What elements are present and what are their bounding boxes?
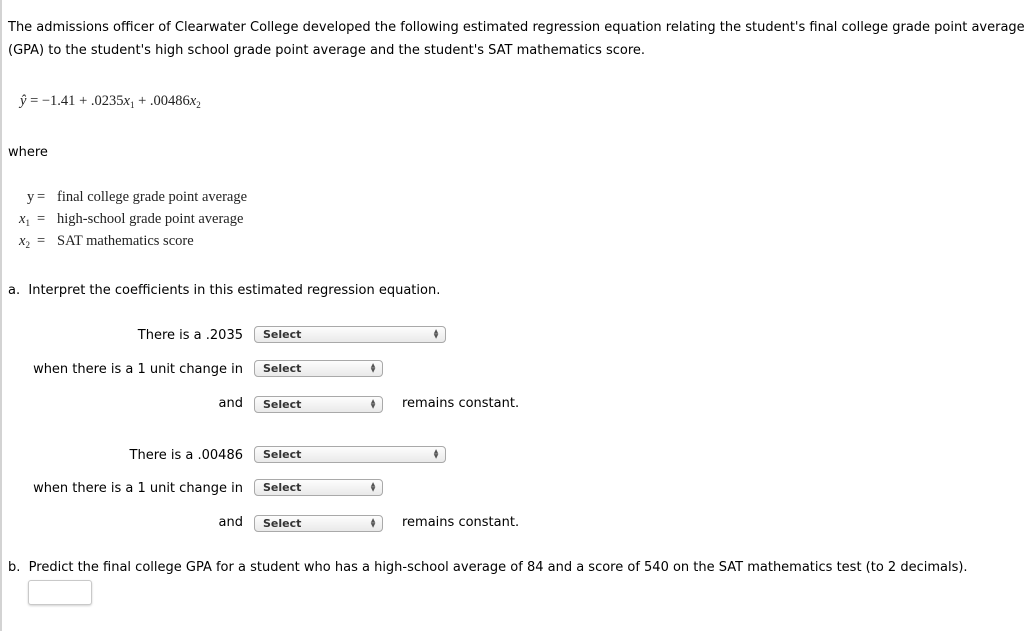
- equation-equals: =: [30, 93, 39, 109]
- select-value: Select: [263, 328, 302, 341]
- part-a-question: a. Interpret the coefficients in this es…: [8, 280, 440, 302]
- coef1-direction-select[interactable]: Select ▲ ▼: [254, 326, 446, 343]
- select-arrows-icon: ▲ ▼: [370, 362, 376, 374]
- definition-row-x2: x2 = SAT mathematics score: [0, 231, 300, 252]
- select-value: Select: [263, 481, 302, 494]
- definition-equals: =: [37, 211, 46, 227]
- definition-symbol: y: [27, 187, 34, 208]
- coef1-remains-constant-label: remains constant.: [402, 396, 520, 411]
- coef1-variable-select[interactable]: Select ▲ ▼: [254, 360, 383, 377]
- definition-row-y: y = final college grade point average: [0, 187, 300, 208]
- equation-term-1: .0235x1: [90, 93, 135, 110]
- definition-symbol: x1: [19, 209, 30, 230]
- definition-text: high-school grade point average: [57, 211, 244, 227]
- coef2-when-change-label: when there is a 1 unit change in: [33, 481, 243, 496]
- symbol-subscript: 1: [25, 218, 30, 228]
- equation-intercept: −1.41: [41, 93, 76, 109]
- equation-coef-2: .00486: [149, 93, 190, 109]
- coef1-when-change-label: when there is a 1 unit change in: [33, 362, 243, 377]
- equation-sub-2: 2: [196, 100, 201, 110]
- coef2-and-label: and: [218, 515, 243, 530]
- coef1-constant-select[interactable]: Select ▲ ▼: [254, 396, 383, 413]
- definition-equals: =: [37, 233, 46, 249]
- part-b-label: b.: [8, 560, 21, 575]
- coef2-constant-select[interactable]: Select ▲ ▼: [254, 515, 383, 532]
- part-b-question: b. Predict the final college GPA for a s…: [8, 557, 968, 579]
- where-label: where: [8, 145, 48, 160]
- select-value: Select: [263, 517, 302, 530]
- symbol-text: y: [27, 189, 35, 205]
- definition-row-x1: x1 = high-school grade point average: [0, 209, 300, 230]
- definition-text: final college grade point average: [57, 189, 248, 205]
- equation-plus: +: [138, 93, 147, 109]
- select-arrows-icon: ▲ ▼: [370, 481, 376, 493]
- left-border-rule: [0, 0, 2, 631]
- select-value: Select: [263, 448, 302, 461]
- equation-plus: +: [79, 93, 88, 109]
- coef2-there-is-label: There is a .00486: [129, 448, 243, 463]
- select-arrows-icon: ▲ ▼: [433, 448, 439, 460]
- coef1-and-label: and: [218, 396, 243, 411]
- regression-equation: ŷ = −1.41 + .0235x1 + .00486x2: [20, 91, 201, 111]
- coef2-direction-select[interactable]: Select ▲ ▼: [254, 446, 446, 463]
- part-b-text: Predict the final college GPA for a stud…: [28, 560, 968, 575]
- intro-line-1: The admissions officer of Clearwater Col…: [8, 20, 1024, 35]
- gpa-prediction-input[interactable]: [28, 580, 92, 605]
- select-value: Select: [263, 362, 302, 375]
- part-a-text: Interpret the coefficients in this estim…: [28, 283, 441, 298]
- equation-yhat: ŷ: [20, 93, 27, 109]
- select-value: Select: [263, 398, 302, 411]
- coef1-there-is-label: There is a .2035: [137, 328, 243, 343]
- definition-equals: =: [37, 189, 46, 205]
- coef2-variable-select[interactable]: Select ▲ ▼: [254, 479, 383, 496]
- equation-term-2: .00486x2: [149, 93, 201, 110]
- intro-line-2: (GPA) to the student's high school grade…: [8, 43, 646, 58]
- equation-sub-1: 1: [129, 100, 135, 110]
- symbol-subscript: 2: [25, 240, 30, 250]
- variable-definitions: y = final college grade point average x1…: [0, 187, 300, 253]
- select-arrows-icon: ▲ ▼: [433, 328, 439, 340]
- select-arrows-icon: ▲ ▼: [370, 398, 376, 410]
- definition-symbol: x2: [19, 231, 30, 252]
- equation-coef-1: .0235: [90, 93, 124, 109]
- coef2-remains-constant-label: remains constant.: [402, 515, 520, 530]
- part-a-label: a.: [8, 283, 21, 298]
- definition-text: SAT mathematics score: [57, 233, 194, 249]
- select-arrows-icon: ▲ ▼: [370, 517, 376, 529]
